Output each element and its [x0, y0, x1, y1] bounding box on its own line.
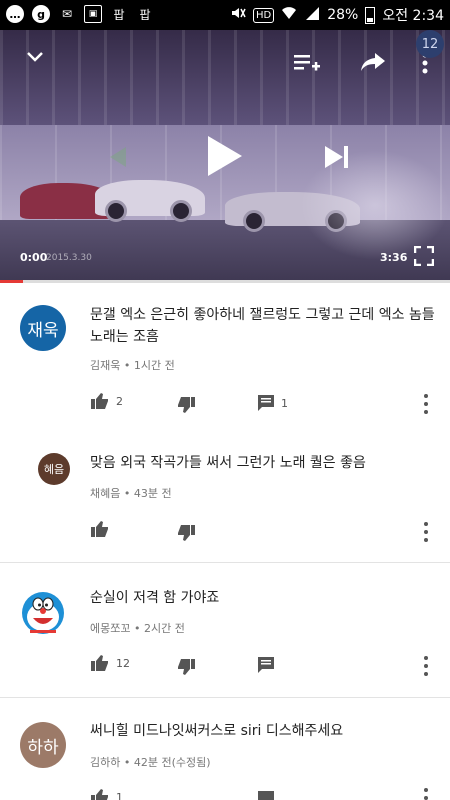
- add-to-queue-button[interactable]: [292, 49, 322, 77]
- comment-text: 맞음 외국 작곡가들 써서 그런가 노래 퀄은 좋음: [90, 455, 366, 471]
- dislike-button[interactable]: [176, 396, 196, 414]
- g-icon: g: [32, 5, 50, 23]
- like-button[interactable]: 12: [90, 654, 130, 672]
- like-button[interactable]: 2: [90, 392, 123, 410]
- car-white: [95, 180, 205, 222]
- mute-icon: [230, 5, 246, 25]
- avatar[interactable]: [20, 590, 66, 636]
- comment-more-button[interactable]: [421, 656, 431, 676]
- hd-icon: HD: [252, 7, 275, 23]
- fullscreen-icon: [414, 246, 434, 266]
- image-icon: ▣: [84, 5, 102, 23]
- reply-button[interactable]: [257, 790, 275, 800]
- comment-text: 문갤 엑소 은근히 좋아하네 잴르렁도 그렇고 근데 엑소 놈들 노래는 조흠: [90, 307, 435, 345]
- status-bar: … g ✉ ▣ 팝 팝 HD 28% 오전 2:34: [0, 0, 450, 30]
- comment-more-button[interactable]: [421, 522, 431, 542]
- notification-badge: 12: [416, 30, 444, 58]
- avatar[interactable]: 재욱: [20, 305, 66, 351]
- duration: 3:36: [380, 251, 408, 264]
- share-button[interactable]: [358, 48, 388, 76]
- share-icon: [361, 53, 385, 71]
- mail-icon: ✉: [61, 7, 73, 21]
- thumb-down-icon: [178, 397, 195, 413]
- comment-text: 순실이 저격 함 가야죠: [90, 590, 220, 606]
- chevron-down-icon: [27, 52, 43, 62]
- battery-percent: 28%: [327, 7, 359, 23]
- divider: [0, 697, 450, 698]
- play-icon: [208, 136, 242, 176]
- comment-meta: 에몽쪼꼬 • 2시간 전: [90, 622, 185, 635]
- signal-icon: [304, 6, 320, 24]
- comment-meta: 채혜음 • 43분 전: [90, 487, 172, 500]
- text-icon-2: 팝: [139, 7, 151, 22]
- previous-icon: [110, 147, 126, 167]
- fullscreen-button[interactable]: [412, 244, 436, 268]
- dislike-button[interactable]: [176, 658, 196, 676]
- current-time: 0:00: [20, 251, 48, 264]
- dislike-button[interactable]: [176, 524, 196, 542]
- progress-bar[interactable]: [0, 280, 450, 283]
- thumb-down-icon: [178, 525, 195, 541]
- text-icon-1: 팝: [113, 7, 125, 22]
- chat-icon: …: [6, 5, 24, 23]
- thumb-down-icon: [178, 659, 195, 675]
- thumb-up-icon: [91, 655, 108, 671]
- reply-button[interactable]: [257, 656, 275, 674]
- like-button[interactable]: 1: [90, 788, 123, 800]
- comment-more-button[interactable]: [421, 788, 431, 800]
- avatar[interactable]: 혜음: [38, 453, 70, 485]
- wifi-icon: [281, 6, 297, 24]
- comment-meta: 김하하 • 42분 전(수정됨): [90, 756, 211, 769]
- like-button[interactable]: [90, 520, 116, 538]
- comment-icon: [258, 395, 274, 411]
- thumb-up-icon: [91, 789, 108, 800]
- reply-button[interactable]: 1: [257, 394, 288, 412]
- next-button[interactable]: [320, 140, 354, 174]
- comment-icon: [258, 657, 274, 673]
- avatar[interactable]: 하하: [20, 722, 66, 768]
- playlist-add-icon: [294, 55, 320, 71]
- comment-meta: 김재욱 • 1시간 전: [90, 359, 175, 372]
- thumb-up-icon: [91, 393, 108, 409]
- comment-more-button[interactable]: [421, 394, 431, 414]
- collapse-button[interactable]: [22, 44, 48, 70]
- thumb-up-icon: [91, 521, 108, 537]
- comment-text: 써니힐 미드나잇써커스로 siri 디스해주세요: [90, 723, 344, 739]
- video-date-watermark: 2015.3.30: [46, 253, 92, 263]
- comment-icon: [258, 791, 274, 800]
- battery-icon: [365, 6, 376, 24]
- clock: 오전 2:34: [382, 8, 444, 24]
- skip-next-icon: [325, 146, 348, 168]
- play-button[interactable]: [200, 132, 248, 180]
- divider: [0, 562, 450, 563]
- previous-button[interactable]: [100, 140, 134, 174]
- doraemon-avatar-icon: [22, 592, 64, 634]
